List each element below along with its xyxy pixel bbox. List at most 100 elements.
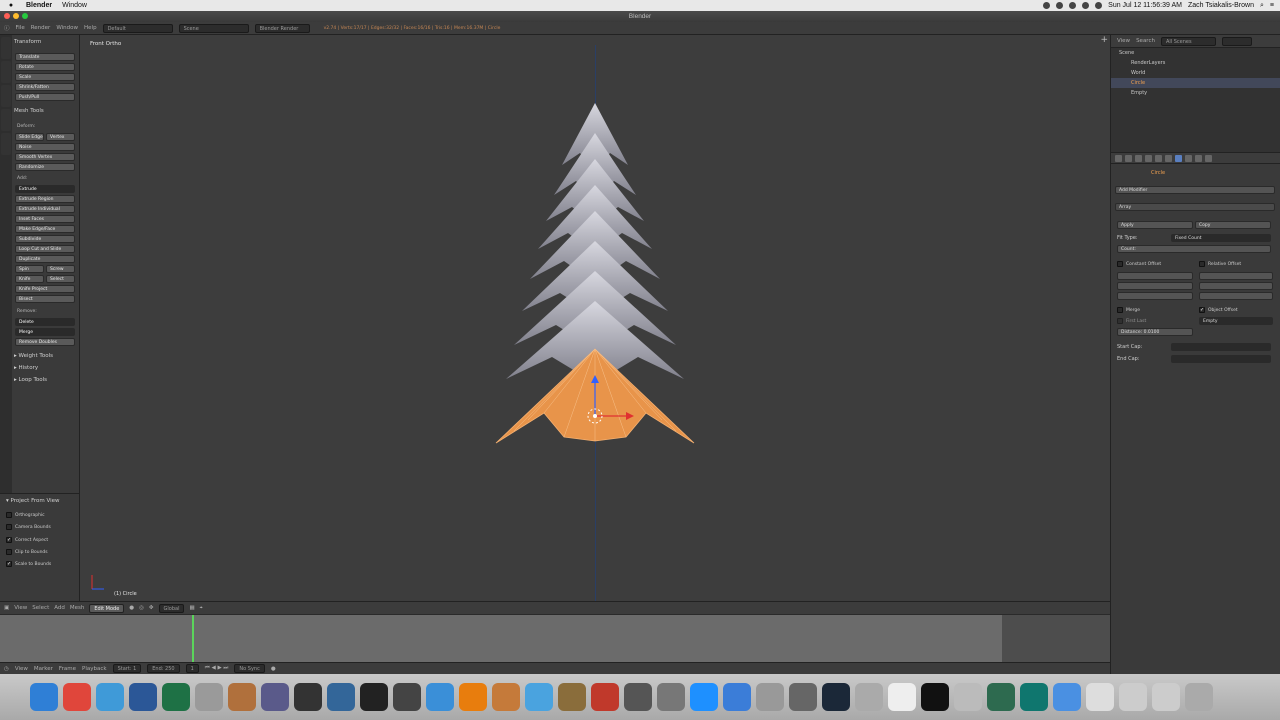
remove-doubles-button[interactable]: Remove Doubles bbox=[15, 338, 75, 346]
checkbox-box[interactable] bbox=[6, 549, 12, 555]
downloads-icon[interactable] bbox=[1152, 683, 1180, 711]
list-icon[interactable]: ≡ bbox=[1270, 2, 1274, 9]
archive-icon[interactable] bbox=[492, 683, 520, 711]
color-picker-icon[interactable] bbox=[525, 683, 553, 711]
fit-type-selector[interactable]: Fixed Count bbox=[1171, 234, 1271, 242]
finder-icon[interactable] bbox=[30, 683, 58, 711]
randomize-button[interactable]: Randomize bbox=[15, 163, 75, 171]
panel-header-mesh-tools[interactable]: Mesh Tools bbox=[14, 108, 44, 114]
menu-view[interactable]: View bbox=[14, 605, 27, 611]
constant-offset-checkbox[interactable]: Constant Offset bbox=[1117, 261, 1161, 267]
checkbox-box[interactable] bbox=[6, 512, 12, 518]
3d-viewport[interactable]: Front Ortho + (1) Circle bbox=[80, 35, 1110, 601]
current-frame-marker[interactable] bbox=[192, 615, 194, 663]
close-icon[interactable] bbox=[4, 13, 10, 19]
mode-selector[interactable]: Edit Mode bbox=[89, 603, 125, 613]
panel-header-transform[interactable]: Transform bbox=[14, 39, 41, 45]
tab-create[interactable] bbox=[1, 61, 11, 83]
scale-button[interactable]: Scale bbox=[15, 73, 75, 81]
menu-frame[interactable]: Frame bbox=[59, 666, 76, 672]
checkbox-box[interactable] bbox=[6, 524, 12, 530]
menu-render[interactable]: Render bbox=[31, 25, 51, 31]
menu-help[interactable]: Help bbox=[84, 25, 97, 31]
object-tab-icon[interactable] bbox=[1155, 154, 1162, 162]
checkbox-box[interactable] bbox=[1199, 261, 1205, 267]
chrome-dev-icon[interactable] bbox=[723, 683, 751, 711]
subdivide-button[interactable]: Subdivide bbox=[15, 235, 75, 243]
merge-button[interactable]: Merge bbox=[15, 328, 75, 336]
volume-icon[interactable] bbox=[1095, 2, 1103, 9]
noise-button[interactable]: Noise bbox=[15, 143, 75, 151]
search-icon[interactable]: ⌕ bbox=[1260, 2, 1264, 10]
app-store-icon[interactable] bbox=[96, 683, 124, 711]
blender-icon[interactable] bbox=[459, 683, 487, 711]
zoom-icon[interactable] bbox=[22, 13, 28, 19]
object-offset-checkbox[interactable]: ✓ Object Offset bbox=[1199, 307, 1238, 313]
steam-alt-icon[interactable] bbox=[294, 683, 322, 711]
help-2-icon[interactable] bbox=[855, 683, 883, 711]
translate-button[interactable]: Translate bbox=[15, 53, 75, 61]
panel-header-weight-tools[interactable]: ▸ Weight Tools bbox=[14, 353, 53, 359]
slide-vertex-button[interactable]: Vertex bbox=[46, 133, 75, 141]
launchpad-icon[interactable] bbox=[888, 683, 916, 711]
make-edge-face-button[interactable]: Make Edge/Face bbox=[15, 225, 75, 233]
shading-icon[interactable]: ● bbox=[129, 605, 134, 611]
editor-type-icon[interactable]: ◷ bbox=[4, 666, 9, 672]
orthographic-checkbox[interactable]: Orthographic bbox=[6, 512, 45, 518]
start-cap-field[interactable] bbox=[1171, 343, 1271, 351]
menu-file[interactable]: File bbox=[16, 25, 25, 31]
menu-app-name[interactable]: Blender bbox=[26, 2, 52, 9]
scale-to-bounds-checkbox[interactable]: ✓ Scale to Bounds bbox=[6, 561, 51, 567]
extrude-region-button[interactable]: Extrude Region bbox=[15, 195, 75, 203]
extrude-individual-button[interactable]: Extrude Individual bbox=[15, 205, 75, 213]
editor-type-icon[interactable]: ▣ bbox=[4, 605, 9, 611]
final-cut-icon[interactable] bbox=[261, 683, 289, 711]
panel-header-history[interactable]: ▸ History bbox=[14, 365, 38, 371]
wifi-icon[interactable] bbox=[1082, 2, 1090, 9]
inset-faces-button[interactable]: Inset Faces bbox=[15, 215, 75, 223]
screw-button[interactable]: Screw bbox=[46, 265, 75, 273]
constant-offset-x[interactable] bbox=[1117, 272, 1193, 280]
slide-edge-button[interactable]: Slide Edge bbox=[15, 133, 44, 141]
chess-icon[interactable] bbox=[954, 683, 982, 711]
clip-to-bounds-checkbox[interactable]: Clip to Bounds bbox=[6, 549, 48, 555]
pivot-icon[interactable]: ◎ bbox=[139, 605, 144, 611]
keyboard-icon[interactable] bbox=[558, 683, 586, 711]
modifier-name[interactable]: Array bbox=[1119, 205, 1131, 210]
menu-select[interactable]: Select bbox=[32, 605, 49, 611]
outliner-filter[interactable]: All Scenes bbox=[1160, 36, 1216, 46]
distance-field[interactable]: Distance: 0.0100 bbox=[1117, 328, 1193, 336]
world-tab-icon[interactable] bbox=[1145, 154, 1152, 162]
menu-window[interactable]: Window bbox=[56, 25, 78, 31]
search-input[interactable] bbox=[1221, 36, 1252, 46]
chrome-icon[interactable] bbox=[63, 683, 91, 711]
checkbox-box[interactable] bbox=[1117, 261, 1123, 267]
system-preferences-icon[interactable] bbox=[789, 683, 817, 711]
user-name[interactable]: Zach Tsiakalis-Brown bbox=[1188, 2, 1254, 9]
render-layers-tab-icon[interactable] bbox=[1125, 154, 1132, 162]
layers-icon[interactable]: ▦ bbox=[189, 605, 194, 611]
correct-aspect-checkbox[interactable]: ✓ Correct Aspect bbox=[6, 537, 48, 543]
data-tab-icon[interactable] bbox=[1185, 154, 1192, 162]
safari-icon[interactable] bbox=[690, 683, 718, 711]
audacity-icon[interactable] bbox=[624, 683, 652, 711]
tab-grease-pencil[interactable] bbox=[1, 133, 11, 155]
modifier-header[interactable]: Array bbox=[1115, 203, 1275, 211]
smooth-vertex-button[interactable]: Smooth Vertex bbox=[15, 153, 75, 161]
steam-icon[interactable] bbox=[822, 683, 850, 711]
modifiers-tab-icon[interactable] bbox=[1175, 154, 1182, 162]
tree-mesh[interactable] bbox=[80, 35, 1110, 601]
loop-cut-button[interactable]: Loop Cut and Slide bbox=[15, 245, 75, 253]
apply-button[interactable]: Apply bbox=[1117, 221, 1193, 229]
texture-tab-icon[interactable] bbox=[1205, 154, 1212, 162]
messages-icon[interactable] bbox=[1053, 683, 1081, 711]
operator-title[interactable]: ▾ Project From View bbox=[6, 498, 60, 504]
editor-type-icon[interactable]: ⓘ bbox=[4, 24, 10, 32]
menu-mesh[interactable]: Mesh bbox=[70, 605, 84, 611]
apple-icon[interactable]: ● bbox=[6, 2, 16, 9]
relative-offset-z[interactable] bbox=[1199, 292, 1273, 300]
date-time[interactable]: Sun Jul 12 11:56:39 AM bbox=[1108, 2, 1182, 9]
playback-controls-icon[interactable]: ⏮ ◀ ▶ ⏭ bbox=[205, 665, 229, 672]
tab-tools[interactable] bbox=[1, 37, 11, 59]
scene-selector[interactable]: Scene bbox=[178, 23, 249, 33]
